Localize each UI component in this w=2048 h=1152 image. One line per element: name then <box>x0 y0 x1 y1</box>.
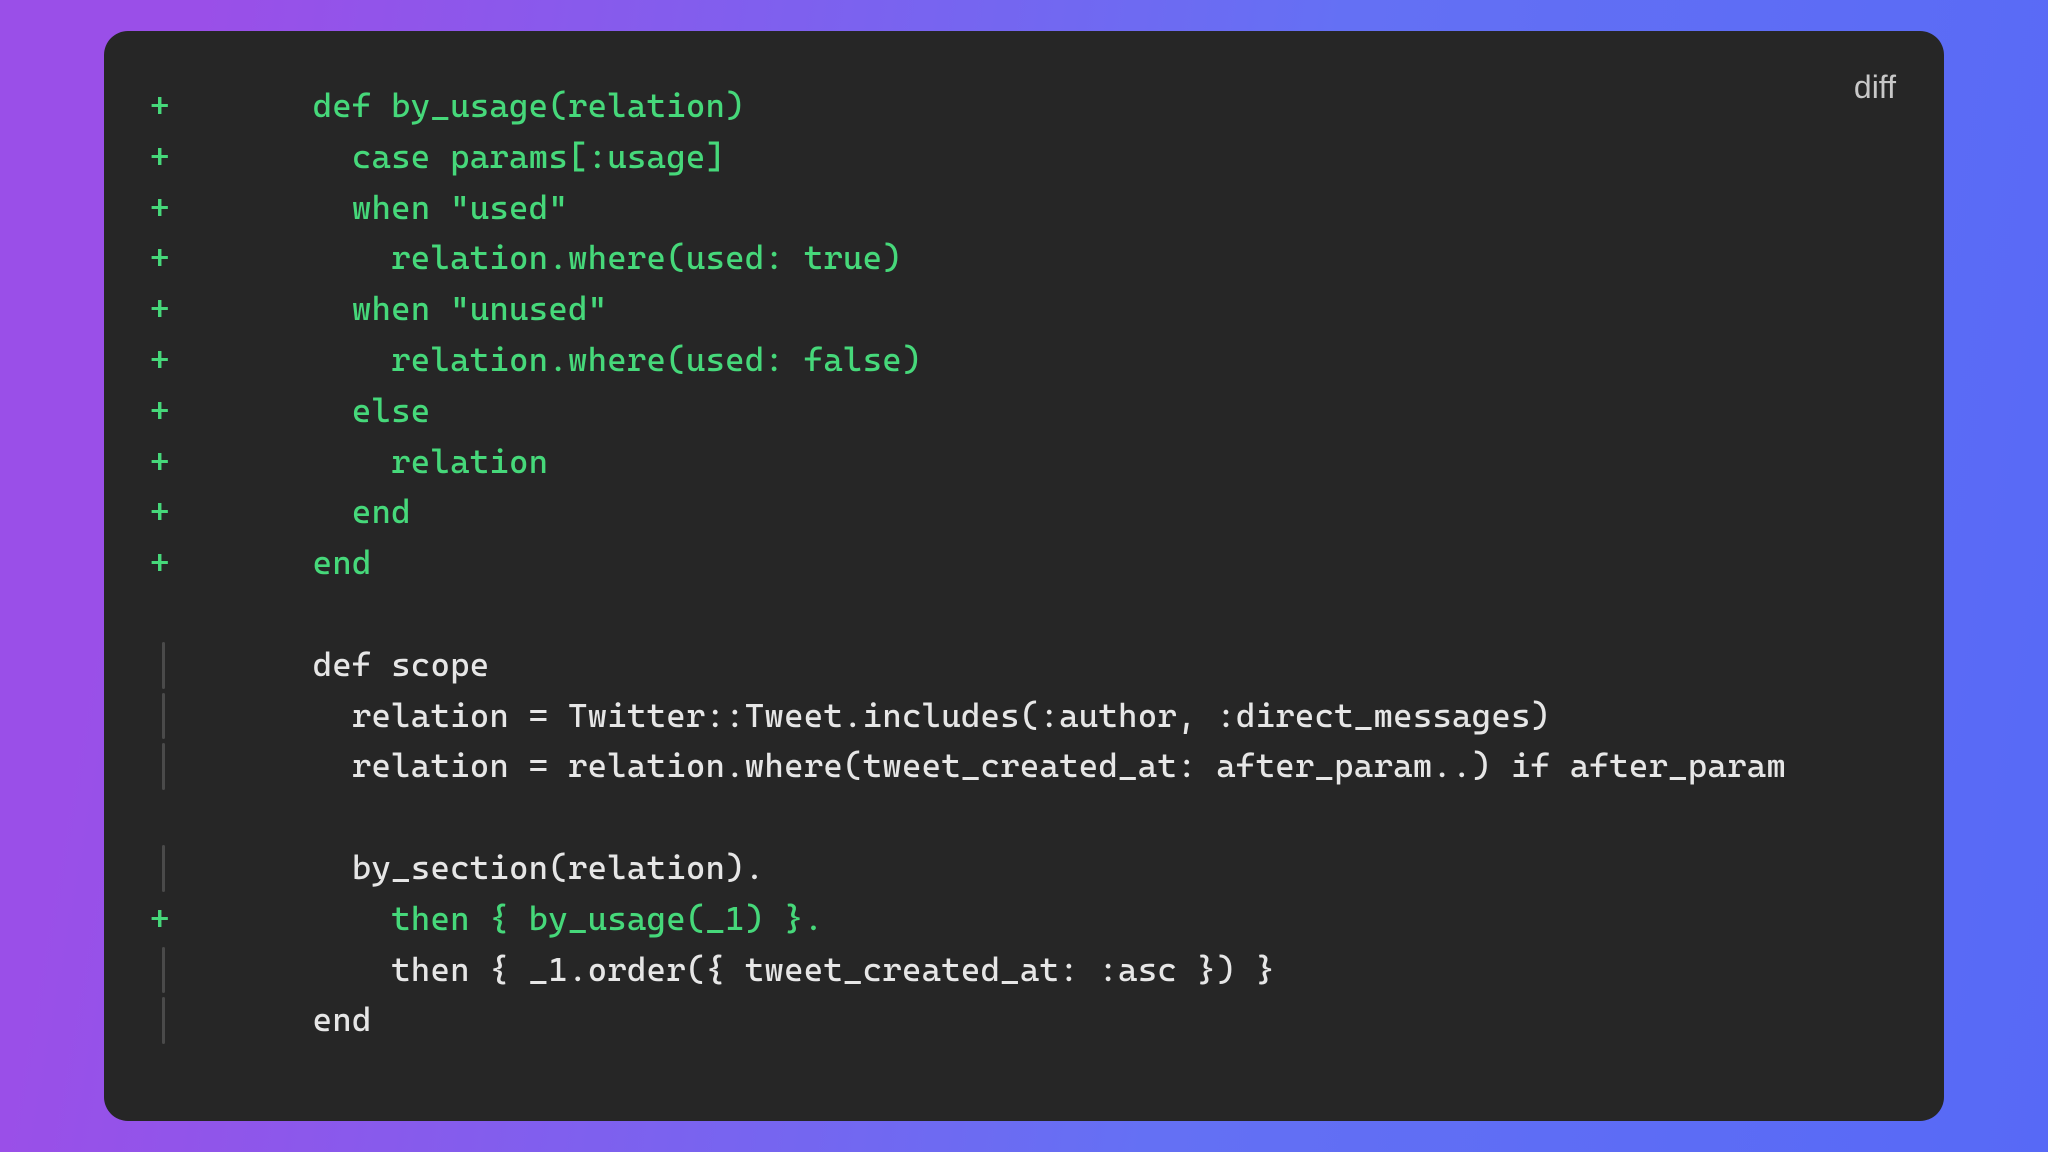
diff-line-added: + end <box>144 487 1904 538</box>
diff-line-added: + end <box>144 538 1904 589</box>
diff-line-blank <box>144 792 1904 843</box>
diff-marker: + <box>150 386 170 437</box>
diff-gutter <box>144 843 234 894</box>
diff-line-context: end <box>144 995 1904 1046</box>
diff-marker: + <box>150 487 170 538</box>
diff-line-context: by_section(relation). <box>144 843 1904 894</box>
diff-gutter: + <box>144 335 234 386</box>
diff-line-context: def scope <box>144 640 1904 691</box>
diff-marker: + <box>150 183 170 234</box>
diff-content: when "used" <box>234 183 1904 234</box>
diff-content: case params[:usage] <box>234 132 1904 183</box>
code-card: diff + def by_usage(relation)+ case para… <box>104 31 1944 1121</box>
diff-gutter: + <box>144 183 234 234</box>
diff-line-blank <box>144 589 1904 640</box>
diff-gutter <box>144 691 234 742</box>
diff-gutter <box>144 589 234 640</box>
diff-marker: + <box>150 335 170 386</box>
diff-content: end <box>234 487 1904 538</box>
diff-content: end <box>234 995 1904 1046</box>
diff-gutter: + <box>144 538 234 589</box>
diff-line-context: then { _1.order({ tweet_created_at: :asc… <box>144 945 1904 996</box>
diff-marker: + <box>150 284 170 335</box>
diff-marker: + <box>150 81 170 132</box>
diff-gutter: + <box>144 132 234 183</box>
diff-content: def by_usage(relation) <box>234 81 1904 132</box>
code-block: + def by_usage(relation)+ case params[:u… <box>144 81 1904 1046</box>
diff-content: def scope <box>234 640 1904 691</box>
diff-line-added: + then { by_usage(_1) }. <box>144 894 1904 945</box>
diff-gutter: + <box>144 233 234 284</box>
diff-gutter: + <box>144 81 234 132</box>
diff-line-added: + else <box>144 386 1904 437</box>
diff-gutter: + <box>144 894 234 945</box>
diff-content: by_section(relation). <box>234 843 1904 894</box>
diff-content: relation.where(used: false) <box>234 335 1904 386</box>
diff-line-context: relation = relation.where(tweet_created_… <box>144 741 1904 792</box>
diff-marker: + <box>150 132 170 183</box>
diff-gutter <box>144 741 234 792</box>
language-label: diff <box>1854 69 1896 106</box>
diff-marker: + <box>150 233 170 284</box>
diff-line-added: + relation <box>144 437 1904 488</box>
diff-line-added: + def by_usage(relation) <box>144 81 1904 132</box>
diff-content: when "unused" <box>234 284 1904 335</box>
diff-line-added: + when "used" <box>144 183 1904 234</box>
diff-gutter <box>144 945 234 996</box>
diff-line-added: + when "unused" <box>144 284 1904 335</box>
diff-marker: + <box>150 437 170 488</box>
diff-content: relation = relation.where(tweet_created_… <box>234 741 1904 792</box>
diff-content: else <box>234 386 1904 437</box>
diff-gutter <box>144 640 234 691</box>
diff-gutter <box>144 995 234 1046</box>
diff-line-added: + relation.where(used: false) <box>144 335 1904 386</box>
diff-gutter: + <box>144 437 234 488</box>
diff-line-added: + case params[:usage] <box>144 132 1904 183</box>
diff-content: end <box>234 538 1904 589</box>
diff-content: then { by_usage(_1) }. <box>234 894 1904 945</box>
diff-gutter: + <box>144 487 234 538</box>
diff-line-context: relation = Twitter::Tweet.includes(:auth… <box>144 691 1904 742</box>
diff-content: then { _1.order({ tweet_created_at: :asc… <box>234 945 1904 996</box>
diff-gutter <box>144 792 234 843</box>
diff-content: relation = Twitter::Tweet.includes(:auth… <box>234 691 1904 742</box>
diff-line-added: + relation.where(used: true) <box>144 233 1904 284</box>
diff-gutter: + <box>144 284 234 335</box>
diff-content: relation.where(used: true) <box>234 233 1904 284</box>
diff-content: relation <box>234 437 1904 488</box>
diff-gutter: + <box>144 386 234 437</box>
diff-marker: + <box>150 894 170 945</box>
diff-marker: + <box>150 538 170 589</box>
